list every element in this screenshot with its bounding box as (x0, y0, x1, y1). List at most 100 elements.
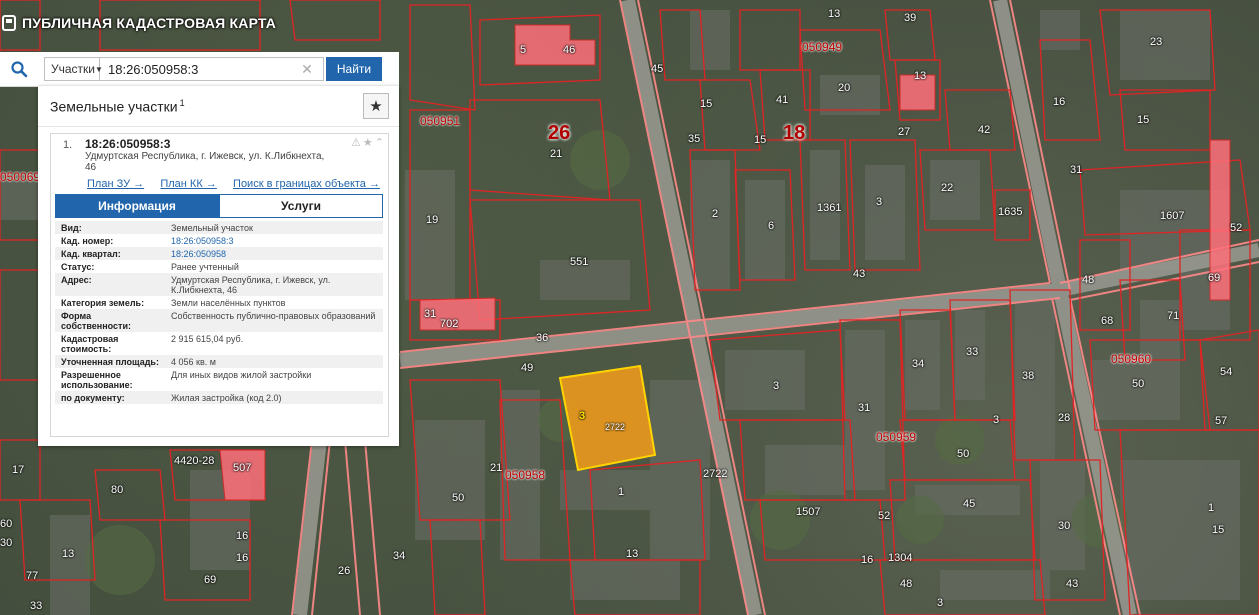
star-icon[interactable]: ★ (363, 136, 373, 149)
plot-label: 49 (521, 362, 534, 374)
star-icon: ★ (369, 98, 383, 115)
plot-label: 48 (1082, 274, 1095, 286)
plot-label: 26 (338, 565, 351, 577)
plot-label: 27 (898, 126, 911, 138)
info-row: Разрешенное использование: Для иных видов… (55, 368, 383, 391)
info-row: Форма собственности: Собственность публич… (55, 309, 383, 332)
plot-label: 21 (550, 148, 563, 160)
plot-label: 6 (768, 220, 775, 232)
info-row-key: по документу: (61, 393, 125, 403)
plot-label: 68 (1101, 315, 1114, 327)
result-count: 1 (179, 97, 185, 108)
info-row-value: 4 056 кв. м (171, 357, 216, 367)
info-row: Уточненная площадь: 4 056 кв. м (55, 355, 383, 368)
plot-label: 15 (754, 134, 767, 146)
selected-parcel-area-label: 2722 (605, 422, 626, 432)
chevron-up-icon[interactable]: ⌃ (375, 136, 384, 149)
results-panel: Земельные участки 1 ★ 1. 18:26:050958:3 У… (38, 86, 399, 446)
plot-label: 19 (426, 214, 439, 226)
info-row-key: Кадастровая стоимость: (61, 334, 119, 354)
quarter-label: 050959 (876, 430, 917, 444)
search-icon[interactable] (0, 52, 38, 86)
search-within-object-link[interactable]: Поиск в границах объекта → (233, 178, 380, 194)
info-row-value: Жилая застройка (код 2.0) (171, 393, 282, 403)
info-row-value[interactable]: 18:26:050958:3 (165, 234, 383, 247)
plot-label: 3 (876, 196, 883, 208)
app-title-text: ПУБЛИЧНАЯ КАДАСТРОВАЯ КАРТА (22, 15, 277, 31)
quarter-number-26: 26 (548, 122, 571, 144)
plot-label: 54 (1220, 366, 1233, 378)
info-row-key: Кад. номер: (61, 236, 114, 246)
info-row: Статус: Ранее учтенный (55, 260, 383, 273)
plot-label: 22 (941, 182, 954, 194)
plot-label: 69 (204, 574, 217, 586)
info-row-value: Земли населённых пунктов (171, 298, 286, 308)
plot-label: 1507 (796, 506, 821, 518)
info-row-value: Ранее учтенный (171, 262, 239, 272)
plot-label: 60 (0, 518, 13, 530)
favorites-button[interactable]: ★ (363, 93, 389, 119)
plot-label: 52 (1230, 222, 1243, 234)
plot-label: 31 (424, 308, 437, 320)
find-button[interactable]: Найти (326, 57, 382, 81)
tab-services[interactable]: Услуги (219, 194, 383, 218)
plot-label: 31 (858, 402, 871, 414)
result-header: 1. 18:26:050958:3 Удмуртская Республика,… (51, 134, 388, 173)
plot-label: 39 (904, 12, 917, 24)
quarter-label: 050069 (0, 170, 41, 184)
info-row-value: Земельный участок (171, 223, 253, 233)
plan-zu-link[interactable]: План ЗУ → (87, 178, 144, 194)
plot-label: 46 (563, 44, 576, 56)
search-type-label: Участки (51, 62, 95, 76)
plot-label: 507 (233, 462, 252, 474)
result-links: План ЗУ → План КК → Поиск в границах объ… (51, 178, 388, 194)
result-tabs: Информация Услуги (55, 194, 383, 218)
plot-label: 4420-28 (174, 455, 215, 467)
info-row-value[interactable]: 18:26:050958 (165, 247, 383, 260)
tab-info[interactable]: Информация (55, 194, 219, 218)
result-tools: ⚠ ★ ⌃ (351, 136, 384, 149)
logo-icon (2, 15, 16, 31)
plot-label: 1304 (888, 552, 913, 564)
plot-label: 3 (993, 414, 1000, 426)
info-row-key: Вид: (61, 223, 82, 233)
plot-label: 16 (1053, 96, 1066, 108)
info-row-key: Форма собственности: (61, 311, 131, 331)
info-row-key: Уточненная площадь: (61, 357, 159, 367)
info-row: Категория земель: Земли населённых пункто… (55, 296, 383, 309)
plot-label: 34 (912, 358, 925, 370)
plot-label: 52 (878, 510, 891, 522)
plot-label: 13 (914, 70, 927, 82)
plot-label: 20 (838, 82, 851, 94)
plot-label: 2722 (703, 468, 728, 480)
search-type-select[interactable]: Участки ▼ (44, 57, 103, 81)
result-cadastral-number[interactable]: 18:26:050958:3 (85, 137, 170, 151)
plot-label: 38 (1022, 370, 1035, 382)
app-title: ПУБЛИЧНАЯ КАДАСТРОВАЯ КАРТА (0, 14, 276, 32)
info-row: по документу: Жилая застройка (код 2.0) (55, 391, 383, 404)
plot-label: 33 (30, 600, 43, 612)
plot-label: 15 (1212, 524, 1225, 536)
plot-label: 3 (773, 380, 780, 392)
plot-label: 69 (1208, 272, 1221, 284)
plot-label: 42 (978, 124, 991, 136)
plot-label: 30 (0, 537, 13, 549)
panel-title: Земельные участки 1 (50, 98, 185, 115)
plot-label: 41 (776, 94, 789, 106)
info-table: Вид: Земельный участок Кад. номер: 18:26:05… (55, 221, 383, 404)
quarter-number-18: 18 (783, 122, 806, 144)
plot-label: 71 (1167, 310, 1180, 322)
plot-label: 77 (26, 570, 39, 582)
quarter-label: 050960 (1111, 352, 1152, 366)
search-input[interactable] (108, 61, 298, 77)
plan-kk-link[interactable]: План КК → (160, 178, 216, 194)
warning-icon[interactable]: ⚠ (351, 136, 361, 149)
clear-icon[interactable]: ✕ (298, 61, 316, 78)
info-row-key: Статус: (61, 262, 95, 272)
plot-label: 16 (236, 552, 249, 564)
plot-label: 702 (440, 318, 459, 330)
plot-label: 17 (12, 464, 25, 476)
plot-label: 45 (963, 498, 976, 510)
plot-label: 21 (490, 462, 503, 474)
plot-label: 30 (1058, 520, 1071, 532)
